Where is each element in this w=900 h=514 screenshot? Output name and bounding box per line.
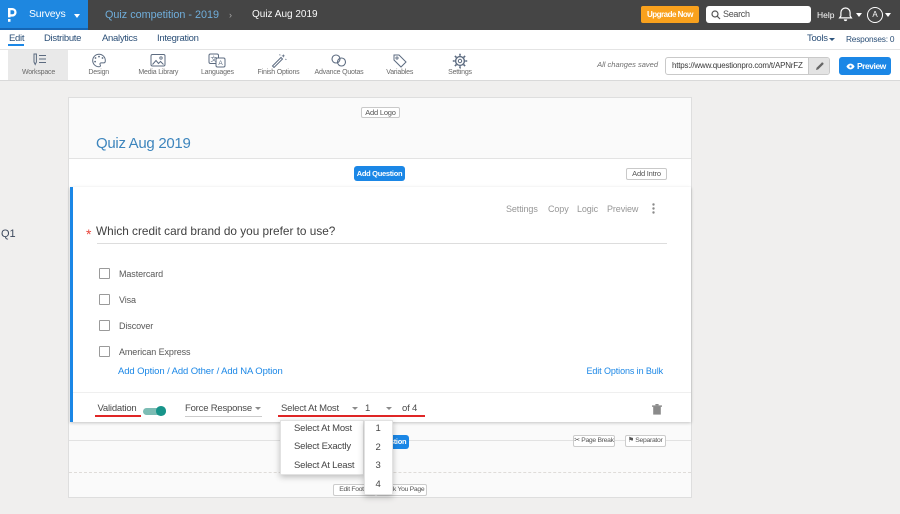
svg-text:A: A — [219, 60, 224, 67]
svg-text:文: 文 — [211, 54, 218, 63]
